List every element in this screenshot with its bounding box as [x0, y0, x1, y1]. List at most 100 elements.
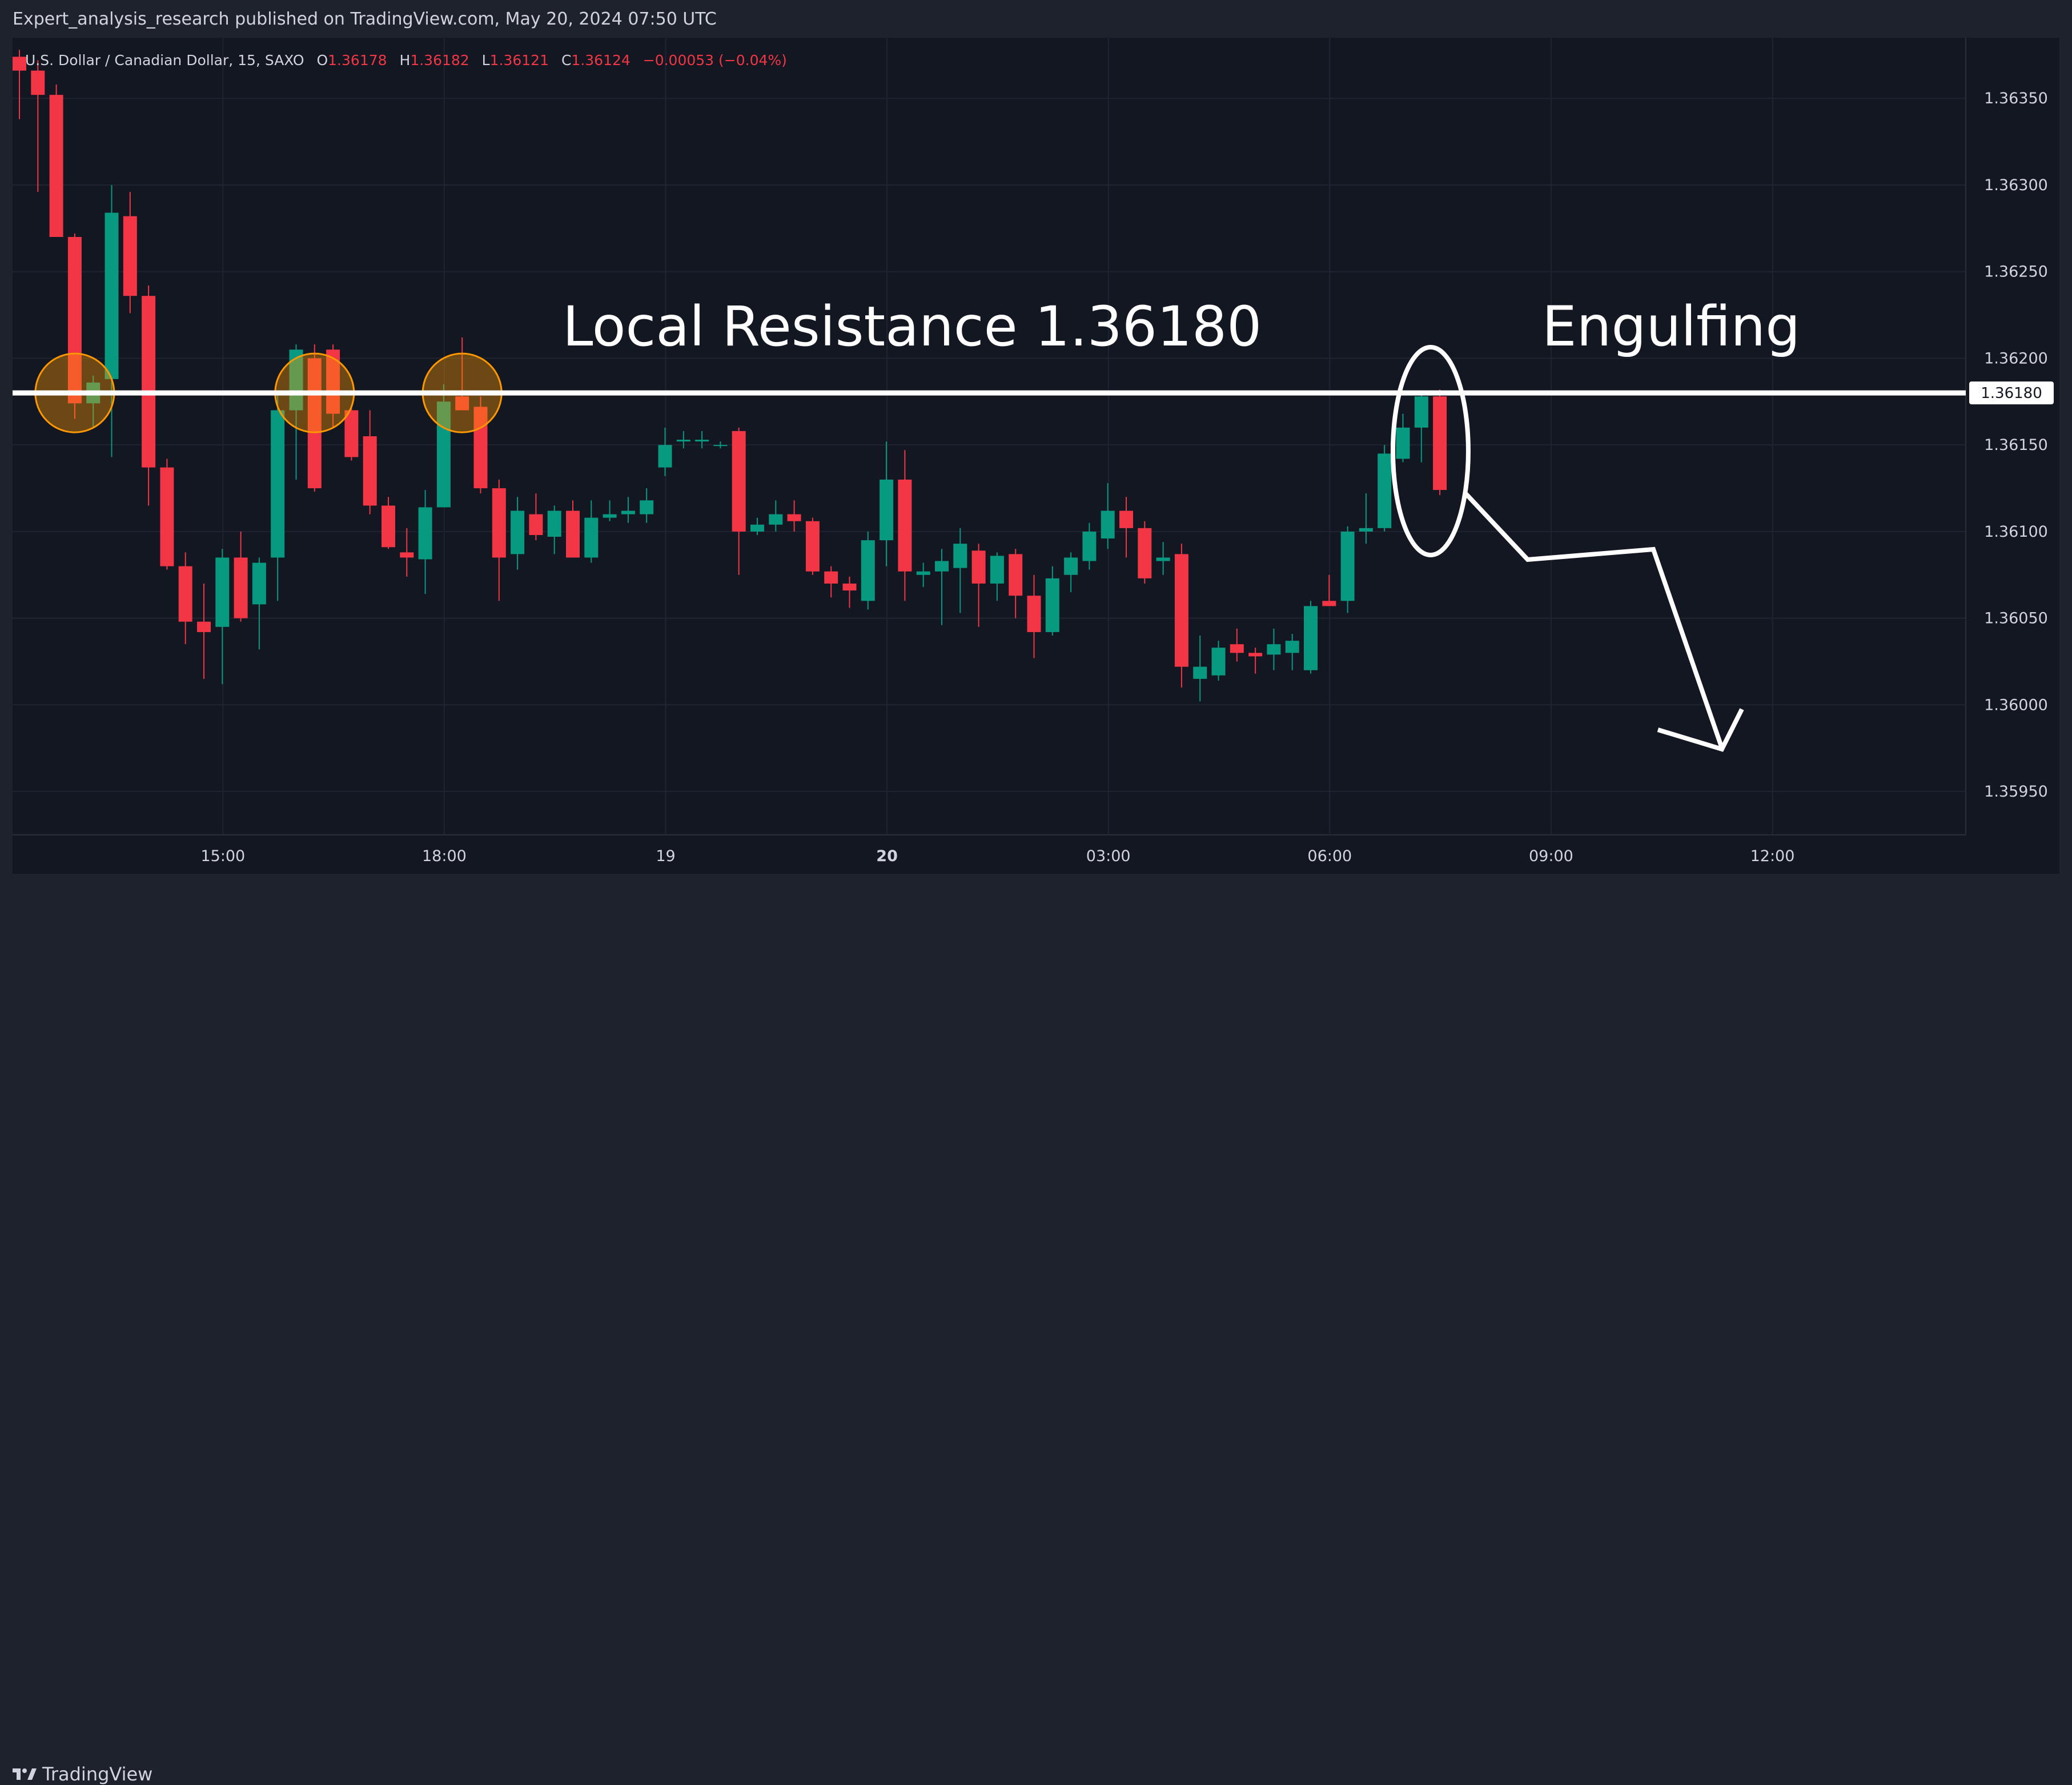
candle-body: [1009, 554, 1023, 596]
candle: [1064, 552, 1078, 593]
price-tick-label: 1.36250: [1984, 263, 2048, 281]
candle-body: [547, 510, 561, 537]
legend-high-label: H: [400, 52, 411, 69]
candle: [123, 192, 137, 313]
candle-body: [215, 557, 230, 627]
candle-body: [842, 583, 857, 591]
candle: [1248, 648, 1263, 674]
candle: [1174, 544, 1188, 688]
candle: [547, 505, 561, 554]
candle: [1193, 636, 1207, 702]
candle-body: [1027, 596, 1041, 632]
legend-change: −0.00053 (−0.04%): [643, 52, 787, 69]
candle: [1414, 393, 1428, 463]
candle: [640, 488, 654, 523]
candle-body: [603, 514, 617, 518]
legend-symbol: U.S. Dollar / Canadian Dollar, 15, SAXO: [25, 52, 304, 69]
candle-body: [1396, 427, 1410, 459]
candle-body: [1156, 557, 1170, 561]
candle-body: [824, 571, 838, 584]
candle: [621, 497, 635, 523]
candle-body: [1359, 528, 1373, 532]
candle: [566, 500, 580, 558]
candle: [713, 441, 728, 449]
candles-layer: [13, 50, 1447, 702]
candle: [31, 60, 45, 192]
legend-high-value: 1.36182: [410, 52, 469, 69]
time-tick-label: 09:00: [1529, 847, 1573, 865]
candle-body: [787, 514, 801, 521]
candle: [1009, 549, 1023, 618]
candle-body: [1211, 648, 1226, 676]
candle-body: [234, 557, 248, 618]
forecast-arrow-head: [1657, 708, 1744, 752]
candle: [363, 410, 377, 514]
candle-body: [658, 445, 672, 468]
candle-body: [1285, 641, 1299, 653]
time-tick-label: 06:00: [1307, 847, 1352, 865]
candle-body: [769, 514, 783, 525]
candle-body: [621, 510, 635, 514]
engulfing-annotation: Engulfing: [1542, 295, 1800, 359]
candle: [861, 531, 875, 610]
usdcad-candlestick-chart[interactable]: 1.36350 1.36300 1.36250 1.36200 1.36150 1.361…: [0, 0, 2072, 925]
candle-body: [1414, 396, 1428, 428]
candle-body: [971, 550, 986, 584]
time-tick-label: 18:00: [422, 847, 467, 865]
candle: [1359, 493, 1373, 544]
candle: [492, 479, 506, 601]
price-tick-label: 1.36200: [1984, 349, 2048, 367]
candle-body: [49, 95, 63, 237]
candle: [990, 552, 1004, 601]
candle-body: [566, 510, 580, 558]
candle: [1322, 574, 1336, 606]
candle: [197, 583, 211, 679]
time-axis[interactable]: 15:00 18:00 19 20 03:00 06:00 09:00 12:00: [200, 847, 1794, 865]
candle-body: [935, 561, 949, 572]
candle-body: [492, 488, 506, 558]
price-tick-label: 1.36150: [1984, 436, 2048, 454]
candle-body: [529, 514, 543, 535]
candle-body: [640, 500, 654, 514]
candle-body: [271, 410, 285, 558]
candle: [1119, 497, 1133, 558]
candle: [1082, 522, 1097, 570]
candle: [1396, 413, 1410, 463]
candle-body: [13, 57, 26, 71]
candle: [916, 562, 930, 588]
candle-body: [1138, 528, 1152, 578]
candle-body: [1267, 644, 1281, 655]
candle: [49, 84, 63, 237]
tradingview-logo[interactable]: TradingView: [13, 1763, 152, 1785]
symbol-legend: U.S. Dollar / Canadian Dollar, 15, SAXO …: [25, 52, 787, 69]
candle: [252, 557, 266, 650]
candle-body: [363, 436, 377, 506]
price-tick-label: 1.36300: [1984, 176, 2048, 194]
candle: [1433, 389, 1447, 496]
candle: [13, 50, 26, 119]
candle: [1340, 526, 1355, 613]
candle-body: [1082, 531, 1097, 561]
candle-body: [31, 70, 45, 95]
legend-open-label: O: [316, 52, 328, 69]
candle: [695, 431, 709, 449]
price-axis[interactable]: 1.36350 1.36300 1.36250 1.36200 1.36150 1.361…: [1984, 90, 2048, 801]
candle-body: [511, 510, 525, 554]
candle-body: [916, 571, 930, 575]
candle: [511, 497, 525, 570]
candle: [732, 427, 746, 575]
candle-body: [861, 540, 875, 601]
candle: [160, 459, 174, 570]
time-tick-label: 15:00: [200, 847, 245, 865]
candle: [1304, 601, 1318, 674]
candle-body: [1248, 653, 1263, 657]
candle: [1101, 483, 1115, 549]
candle: [658, 427, 672, 476]
candle: [1156, 542, 1170, 575]
legend-low-value: 1.36121: [490, 52, 549, 69]
price-tick-label: 1.36350: [1984, 90, 2048, 107]
price-tick-label: 1.36000: [1984, 696, 2048, 714]
candle-body: [1322, 601, 1336, 606]
legend-open-value: 1.36178: [328, 52, 387, 69]
candle-body: [584, 517, 599, 558]
